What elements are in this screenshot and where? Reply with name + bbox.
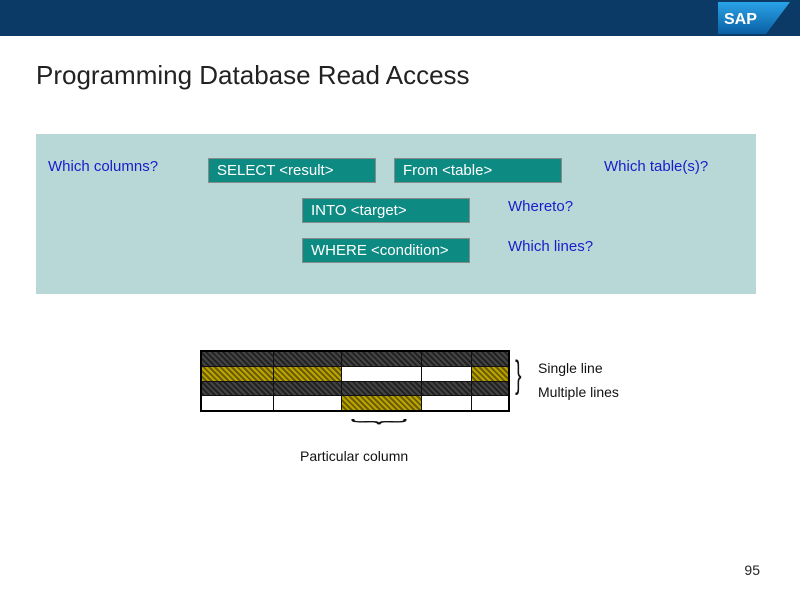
- table-row: [202, 352, 508, 367]
- brace-icon: ︸: [350, 426, 408, 434]
- sap-logo: SAP: [718, 2, 790, 34]
- cell: [274, 396, 342, 410]
- clause-from: From <table>: [394, 158, 562, 183]
- cell: [422, 396, 472, 410]
- sap-logo-text: SAP: [724, 11, 757, 28]
- table-row: [202, 367, 508, 382]
- cell: [342, 367, 422, 381]
- label-particular-column: Particular column: [300, 448, 408, 464]
- cell: [202, 382, 274, 396]
- cell: [342, 352, 422, 366]
- cell: [202, 352, 274, 366]
- question-lines: Which lines?: [508, 238, 593, 255]
- cell: [422, 382, 472, 396]
- clause-where: WHERE <condition>: [302, 238, 470, 263]
- question-tables: Which table(s)?: [604, 158, 708, 175]
- clause-into: INTO <target>: [302, 198, 470, 223]
- cell: [472, 352, 508, 366]
- cell: [472, 396, 508, 410]
- label-single-line: Single line: [538, 360, 603, 376]
- table-row: [202, 382, 508, 397]
- table-diagram: } ︸: [200, 350, 510, 412]
- cell: [274, 352, 342, 366]
- cell: [472, 367, 508, 381]
- page-number: 95: [744, 562, 760, 578]
- table-row: [202, 396, 508, 410]
- cell: [422, 352, 472, 366]
- cell: [202, 367, 274, 381]
- question-whereto: Whereto?: [508, 198, 573, 215]
- page-title: Programming Database Read Access: [36, 60, 800, 91]
- cell: [422, 367, 472, 381]
- sample-table: [200, 350, 510, 412]
- question-columns: Which columns?: [48, 158, 158, 175]
- sql-panel: Which columns? SELECT <result> From <tab…: [36, 134, 756, 294]
- cell: [274, 382, 342, 396]
- cell: [342, 396, 422, 410]
- brace-icon: }: [515, 356, 521, 394]
- header-bar: SAP: [0, 0, 800, 36]
- cell: [342, 382, 422, 396]
- cell: [472, 382, 508, 396]
- cell: [274, 367, 342, 381]
- label-multiple-lines: Multiple lines: [538, 384, 619, 400]
- cell: [202, 396, 274, 410]
- clause-select: SELECT <result>: [208, 158, 376, 183]
